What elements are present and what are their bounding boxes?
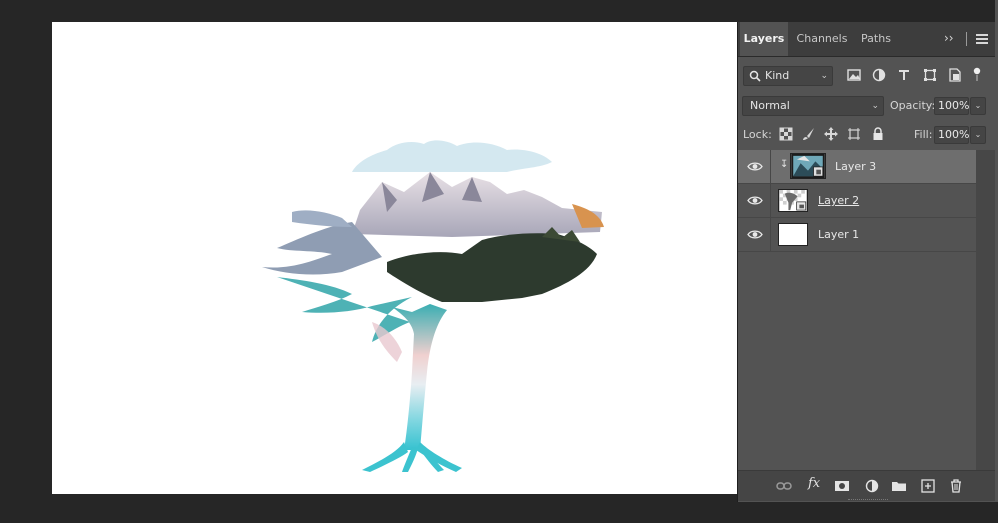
layer-name[interactable]: Layer 2 [818,194,859,207]
lock-artboard-icon[interactable] [847,127,861,141]
tab-channels[interactable]: Channels [790,22,854,56]
layer-thumbnail [778,223,808,246]
opacity-label: Opacity: [890,99,936,112]
tab-divider [966,32,967,46]
document-workspace [0,0,737,523]
layer-thumbnail [790,153,826,179]
layer-row-layer-2[interactable]: Layer 2 [738,184,976,218]
layers-panel-footer: fx [738,470,996,501]
layers-scrollbar[interactable] [976,150,996,470]
fill-label: Fill: [914,128,933,141]
layer-row-layer-1[interactable]: Layer 1 [738,218,976,252]
tree-mountain-artwork [262,140,604,472]
link-layers-icon[interactable] [776,478,792,494]
lock-label: Lock: [743,128,772,141]
hamburger-menu-icon[interactable] [976,34,988,44]
smart-object-filter-icon[interactable] [947,67,963,83]
layer-name[interactable]: Layer 1 [818,228,859,241]
dock-bottom-area [737,502,998,523]
layer-thumbnail [778,189,808,212]
filter-kind-label: Kind [765,69,790,82]
filter-toggle-icon[interactable] [972,67,982,83]
tab-paths[interactable]: Paths [854,22,898,56]
adjustment-filter-icon[interactable] [871,67,887,83]
fx-icon[interactable]: fx [808,476,824,492]
eye-icon[interactable] [747,161,763,172]
eye-icon[interactable] [747,195,763,206]
lock-transparent-icon[interactable] [779,127,793,141]
adjustment-layer-icon[interactable] [864,478,880,494]
layers-list: ↧ Layer 3 Layer 2 Layer 1 [738,150,976,470]
shape-filter-icon[interactable] [922,67,938,83]
layer-row-layer-3[interactable]: ↧ Layer 3 [738,150,976,184]
document-canvas[interactable] [52,22,737,494]
divider [770,150,771,183]
tab-layers[interactable]: Layers [740,22,788,56]
search-icon [749,70,761,82]
fill-input[interactable]: 100% [934,126,969,144]
lock-all-icon[interactable] [871,127,885,141]
chevron-down-icon[interactable]: ⌄ [970,97,986,115]
opacity-input[interactable]: 100% [934,97,969,115]
layer-name[interactable]: Layer 3 [835,160,876,173]
chevron-down-icon: ⌄ [871,101,879,111]
divider [770,184,771,217]
layers-panel: Layers Channels Paths ›› Kind ⌄ Normal ⌄… [737,22,996,502]
blend-mode-select[interactable]: Normal ⌄ [742,96,884,116]
filter-kind-select[interactable]: Kind ⌄ [743,66,833,86]
eye-icon[interactable] [747,229,763,240]
panel-tab-bar: Layers Channels Paths ›› [738,22,996,57]
new-layer-icon[interactable] [920,478,936,494]
divider [770,218,771,251]
add-mask-icon[interactable] [834,478,850,494]
double-chevron-right-icon[interactable]: ›› [944,31,958,45]
blend-mode-value: Normal [750,99,790,112]
chevron-down-icon[interactable]: ⌄ [970,126,986,144]
chevron-down-icon: ⌄ [820,71,828,81]
clipping-mask-icon: ↧ [780,159,789,170]
type-filter-icon[interactable] [896,67,912,83]
lock-image-icon[interactable] [802,127,816,141]
lock-position-icon[interactable] [824,127,838,141]
image-filter-icon[interactable] [846,67,862,83]
group-folder-icon[interactable] [891,478,907,494]
trash-icon[interactable] [948,478,964,494]
